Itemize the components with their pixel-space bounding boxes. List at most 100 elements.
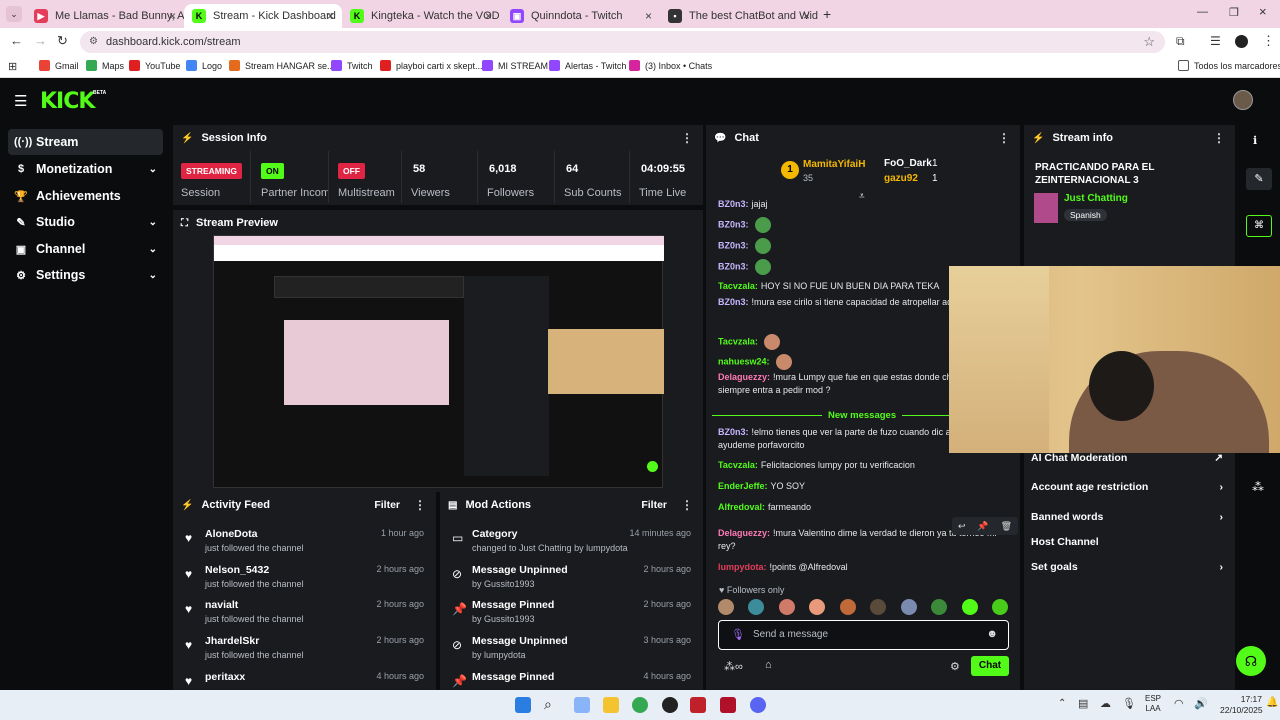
bookmark-alertas[interactable]: Alertas - Twitch: [549, 60, 626, 71]
copilot-icon[interactable]: [574, 697, 590, 713]
new-tab-button[interactable]: +: [823, 6, 831, 22]
chat-username[interactable]: BZ0n3:: [718, 219, 749, 229]
close-tab-icon[interactable]: ×: [327, 9, 334, 23]
emote-icon[interactable]: [961, 599, 978, 615]
close-tab-icon[interactable]: ×: [485, 9, 492, 23]
emote-icon[interactable]: [778, 599, 795, 615]
user-avatar[interactable]: [1233, 90, 1253, 110]
qr-icon[interactable]: ⌘: [1246, 215, 1272, 237]
chat-username[interactable]: nahuesw24:: [718, 356, 770, 366]
menu-icon[interactable]: ⋮: [1262, 33, 1275, 49]
bookmark-logo[interactable]: Logo: [186, 60, 222, 71]
media-icon[interactable]: ☰: [1210, 34, 1221, 48]
bookmarks-folder[interactable]: Todos los marcadores: [1178, 60, 1280, 71]
chat-message[interactable]: BZ0n3:: [718, 217, 1008, 233]
emote-icon[interactable]: [931, 599, 948, 615]
more-options-icon[interactable]: ⋮: [998, 131, 1010, 145]
tab-kick-dashboard[interactable]: K Stream - Kick Dashboard ×: [184, 4, 342, 28]
chat-username[interactable]: lumpydota:: [718, 562, 767, 572]
category-link[interactable]: Just Chatting: [1064, 193, 1128, 204]
close-window-button[interactable]: ×: [1259, 4, 1267, 19]
send-chat-button[interactable]: Chat: [971, 656, 1009, 676]
more-options-icon[interactable]: ⋮: [414, 498, 426, 512]
apps-grid-icon[interactable]: ⊞: [8, 60, 17, 73]
bookmark-youtube[interactable]: YouTube: [129, 60, 180, 71]
stat-partner-income[interactable]: ON Partner Income: [253, 151, 329, 203]
sidebar-item-channel[interactable]: ▣ Channel ⌄: [8, 236, 163, 262]
clock[interactable]: 17:17 22/10/2025: [1220, 694, 1263, 716]
edit-icon[interactable]: ✎: [1246, 168, 1272, 190]
info-icon[interactable]: ℹ: [1253, 134, 1257, 147]
discord-icon[interactable]: [750, 697, 766, 713]
account-age-restriction-item[interactable]: Account age restriction ›: [1031, 481, 1231, 493]
chat-username[interactable]: Delaguezzy:: [718, 528, 770, 538]
close-tab-icon[interactable]: ×: [645, 9, 652, 23]
bookmark-instagram[interactable]: (3) Inbox • Chats: [629, 60, 712, 71]
chat-message[interactable]: lumpydota: !points @Alfredoval: [718, 561, 1008, 574]
chat-settings-icon[interactable]: ⚙: [950, 660, 960, 673]
chat-message[interactable]: BZ0n3: jajaj: [718, 198, 1008, 211]
tray-icon[interactable]: ▤: [1078, 697, 1088, 710]
tab-quinndota[interactable]: ▣ Quinndota - Twitch ×: [502, 4, 660, 28]
bookmark-maps[interactable]: Maps: [86, 60, 124, 71]
emote-icon[interactable]: [900, 599, 917, 615]
stat-multistream[interactable]: OFF Multistream: [330, 151, 402, 203]
hamburger-menu-icon[interactable]: ☰: [14, 92, 27, 110]
chat-username[interactable]: BZ0n3:: [718, 261, 749, 271]
forward-icon[interactable]: →: [34, 33, 47, 48]
mic-tray-icon[interactable]: 🎙: [1122, 697, 1136, 710]
reload-icon[interactable]: ↻: [57, 33, 68, 49]
volume-icon[interactable]: 🔊: [1194, 697, 1208, 710]
pin-icon[interactable]: 📌: [977, 521, 988, 532]
minimize-button[interactable]: —: [1197, 6, 1208, 18]
ai-chat-moderation-item[interactable]: AI Chat Moderation ↗: [1031, 452, 1231, 464]
sidebar-item-stream[interactable]: ((·)) Stream: [8, 129, 163, 155]
host-channel-item[interactable]: Host Channel: [1031, 536, 1231, 548]
close-tab-icon[interactable]: ×: [803, 9, 810, 23]
infinity-icon[interactable]: ⁂∞: [724, 660, 743, 673]
widgets-icon[interactable]: ⁂: [1252, 480, 1264, 494]
emoji-icon[interactable]: ☻: [986, 628, 998, 640]
emote-icon[interactable]: [991, 599, 1008, 615]
tab-chatbot[interactable]: ▪ The best ChatBot and Widgets ×: [660, 4, 818, 28]
emote-icon[interactable]: [870, 599, 887, 615]
chat-username[interactable]: Tacvzala:: [718, 281, 758, 291]
dota-icon[interactable]: [720, 697, 736, 713]
chat-username[interactable]: EnderJeffe:: [718, 481, 768, 491]
restore-button[interactable]: ❐: [1229, 6, 1239, 19]
emote-icon[interactable]: [718, 599, 734, 615]
search-icon[interactable]: ⌕: [544, 696, 552, 713]
tab-bad-bunny[interactable]: ▶ Me Llamas - Bad Bunny, Arcang ×: [26, 4, 184, 28]
emote-icon[interactable]: [748, 599, 765, 615]
more-options-icon[interactable]: ⋮: [681, 131, 693, 145]
stream-video[interactable]: [213, 235, 664, 488]
tab-search-icon[interactable]: ⌄: [6, 6, 22, 22]
wifi-icon[interactable]: ◠: [1174, 697, 1184, 710]
sidebar-item-achievements[interactable]: 🏆 Achievements: [8, 183, 163, 209]
mod-filter-button[interactable]: Filter: [641, 499, 667, 511]
chat-username[interactable]: Tacvzala:: [718, 336, 758, 346]
url-field[interactable]: ⚙ dashboard.kick.com/stream ☆: [80, 31, 1165, 53]
more-options-icon[interactable]: ⋮: [681, 498, 693, 512]
sidebar-item-settings[interactable]: ⚙ Settings ⌄: [8, 262, 163, 288]
file-explorer-icon[interactable]: [603, 697, 619, 713]
bookmark-twitch[interactable]: Twitch: [331, 60, 373, 71]
keyboard-layout[interactable]: ESP LAA: [1145, 694, 1161, 714]
chat-username[interactable]: BZ0n3:: [718, 199, 749, 209]
chat-username[interactable]: Delaguezzy:: [718, 372, 770, 382]
chat-username[interactable]: BZ0n3:: [718, 240, 749, 250]
kick-logo[interactable]: KICK: [40, 89, 95, 114]
store-icon[interactable]: ⌂: [765, 659, 772, 671]
chat-username[interactable]: BZ0n3:: [718, 427, 749, 437]
close-tab-icon[interactable]: ×: [169, 9, 176, 23]
app-icon[interactable]: [690, 697, 706, 713]
chat-username[interactable]: Alfredoval:: [718, 502, 765, 512]
obs-icon[interactable]: [662, 697, 678, 713]
reply-icon[interactable]: ↩: [958, 521, 966, 532]
windows-start-icon[interactable]: [515, 697, 531, 713]
chat-username[interactable]: BZ0n3:: [718, 297, 749, 307]
chat-message[interactable]: BZ0n3:: [718, 238, 1008, 254]
profile-avatar[interactable]: [1235, 35, 1248, 48]
bookmark-mi-stream[interactable]: MI STREAM: [482, 60, 548, 71]
bookmark-star-icon[interactable]: ☆: [1143, 31, 1155, 53]
